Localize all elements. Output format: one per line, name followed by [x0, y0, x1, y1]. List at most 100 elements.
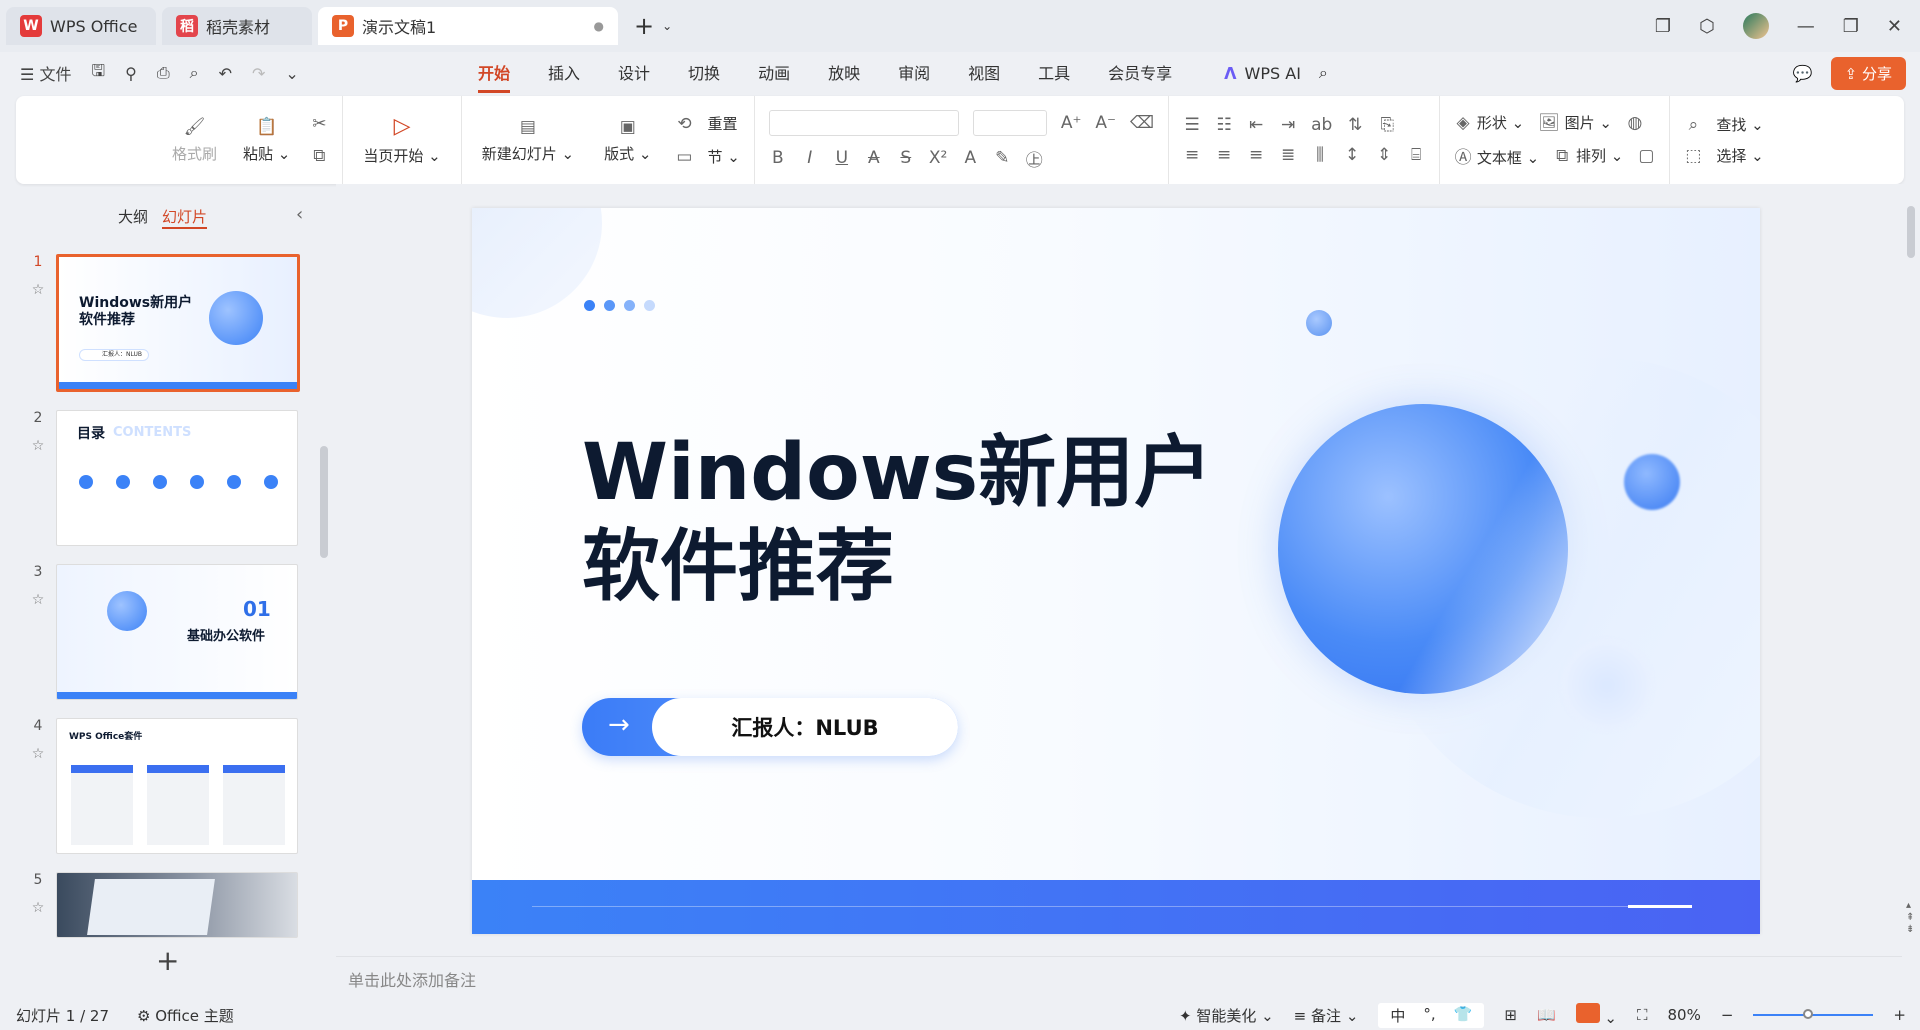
select-button[interactable]: ⬚ 选择 ⌄	[1684, 145, 1763, 166]
tab-slideshow[interactable]: 放映	[828, 54, 860, 93]
slide-thumbnail[interactable]: 目录 CONTENTS	[56, 410, 298, 546]
star-icon[interactable]: ☆	[20, 900, 56, 916]
start-current-button[interactable]: ▷ 当页开始 ⌄	[357, 114, 446, 166]
slide-thumb-row[interactable]: 5 ☆	[20, 872, 298, 938]
phonetic-icon[interactable]: ㊤	[1025, 146, 1043, 171]
slide-thumbnail[interactable]: WPS Office套件	[56, 718, 298, 854]
slide-canvas[interactable]: Windows新用户 软件推荐 → 汇报人：NLUB	[472, 208, 1760, 934]
slide-thumbnail[interactable]: 01 基础办公软件	[56, 564, 298, 700]
format-painter-button[interactable]: 🖌 格式刷	[166, 117, 223, 164]
tab-tools[interactable]: 工具	[1038, 54, 1070, 93]
text-align-icon[interactable]: ⌸	[1407, 145, 1425, 165]
bullet-list-icon[interactable]: ☰	[1183, 115, 1201, 135]
close-icon[interactable]: ✕	[1887, 16, 1902, 37]
decrease-font-icon[interactable]: A⁻	[1095, 113, 1116, 133]
font-color-icon[interactable]: A	[961, 148, 979, 168]
slide-thumb-row[interactable]: 4 ☆ WPS Office套件	[20, 718, 298, 854]
print-preview-icon[interactable]: ⌕	[190, 63, 199, 83]
justify-icon[interactable]: ≣	[1279, 145, 1297, 165]
tab-transition[interactable]: 切换	[688, 54, 720, 93]
notes-button[interactable]: ≡ 备注 ⌄	[1294, 1005, 1359, 1026]
tab-wps-office[interactable]: W WPS Office	[6, 7, 156, 45]
font-family-select[interactable]	[768, 109, 959, 136]
copy-icon[interactable]: ⧉	[310, 146, 328, 166]
tab-presentation[interactable]: P 演示文稿1 ●	[318, 7, 618, 45]
paste-button[interactable]: 📋 粘贴 ⌄	[237, 117, 296, 164]
tab-review[interactable]: 审阅	[898, 54, 930, 93]
undo-icon[interactable]: ↶	[219, 64, 232, 83]
slide-thumbnail[interactable]: Windows新用户 软件推荐 汇报人：NLUB	[56, 254, 300, 392]
slide-thumb-row[interactable]: 2 ☆ 目录 CONTENTS	[20, 410, 298, 546]
beautify-button[interactable]: ✦ 智能美化 ⌄	[1179, 1005, 1274, 1026]
highlight-icon[interactable]: ✎	[993, 148, 1011, 168]
tab-view[interactable]: 视图	[968, 54, 1000, 93]
ime-punct[interactable]: °,	[1423, 1005, 1435, 1026]
notes-pane[interactable]: 单击此处添加备注	[336, 956, 1902, 998]
slide-title[interactable]: Windows新用户 软件推荐	[582, 426, 1302, 614]
cut-icon[interactable]: ✂	[310, 114, 328, 134]
zoom-knob[interactable]	[1802, 1009, 1813, 1019]
line-spacing-icon[interactable]: ↕	[1343, 145, 1361, 165]
star-icon[interactable]: ☆	[20, 282, 56, 298]
new-slide-button[interactable]: ▤ 新建幻灯片 ⌄	[476, 117, 580, 164]
chat-icon[interactable]: 💬	[1793, 64, 1813, 83]
more-chevron-icon[interactable]: ⌄	[285, 64, 298, 83]
italic-icon[interactable]: I	[801, 148, 819, 168]
canvas-scrollbar[interactable]: ▴ ⇞ ⇟	[1902, 184, 1920, 954]
arrange-button[interactable]: ⧉ 排列 ⌄	[1553, 145, 1623, 166]
zoom-out-button[interactable]: −	[1721, 1006, 1734, 1024]
find-button[interactable]: ⌕ 查找 ⌄	[1684, 114, 1764, 135]
align-left-icon[interactable]: ≡	[1183, 145, 1201, 165]
tab-animation[interactable]: 动画	[758, 54, 790, 93]
scroll-arrows[interactable]: ▴ ⇞ ⇟	[1906, 900, 1914, 936]
indent-icon[interactable]: ⇥	[1279, 115, 1297, 135]
copy-window-icon[interactable]: ❐	[1655, 16, 1671, 37]
picture-button[interactable]: 🖼 图片 ⌄	[1538, 112, 1612, 133]
para-spacing-icon[interactable]: ⇕	[1375, 145, 1393, 165]
reset-button[interactable]: ⟲ 重置	[675, 113, 739, 134]
shadow-icon[interactable]: S	[897, 148, 915, 168]
zoom-level[interactable]: 80%	[1668, 1006, 1701, 1024]
share-link-icon[interactable]: ⚲	[125, 64, 137, 83]
superscript-icon[interactable]: X²	[929, 148, 947, 168]
strikethrough-icon[interactable]: A	[865, 148, 883, 168]
convert-smartart-icon[interactable]: ⎘	[1378, 115, 1396, 135]
panel-scrollbar[interactable]	[320, 446, 328, 558]
add-slide-button[interactable]: +	[156, 944, 179, 977]
layout-button[interactable]: ▣ 版式 ⌄	[598, 117, 657, 164]
fit-window-icon[interactable]: ⛶	[1637, 1006, 1648, 1024]
font-size-select[interactable]	[972, 109, 1047, 136]
ime-bar[interactable]: 中 °, 👕	[1378, 1002, 1485, 1028]
distribute-icon[interactable]: ⫼	[1311, 145, 1329, 165]
sort-icon[interactable]: ⇅	[1346, 115, 1364, 135]
star-icon[interactable]: ☆	[20, 746, 56, 762]
slide-thumb-row[interactable]: 1 ☆ Windows新用户 软件推荐 汇报人：NLUB	[20, 254, 300, 392]
tab-insert[interactable]: 插入	[548, 54, 580, 93]
tab-member[interactable]: 会员专享	[1108, 54, 1172, 93]
number-list-icon[interactable]: ☷	[1215, 115, 1233, 135]
text-direction-icon[interactable]: ab	[1311, 115, 1332, 135]
tab-outline[interactable]: 大纲	[118, 206, 148, 229]
tab-docer[interactable]: 稻 稻壳素材	[162, 7, 312, 45]
file-menu[interactable]: ☰ 文件	[20, 61, 71, 85]
clear-format-icon[interactable]: ⌫	[1130, 113, 1154, 133]
minimize-icon[interactable]: —	[1797, 16, 1815, 37]
slide-thumbnail[interactable]	[56, 872, 298, 938]
slide-thumb-row[interactable]: 3 ☆ 01 基础办公软件	[20, 564, 298, 700]
fill-icon[interactable]: ◍	[1626, 113, 1644, 133]
ime-skin-icon[interactable]: 👕	[1454, 1005, 1473, 1026]
scroll-thumb[interactable]	[1907, 206, 1915, 258]
zoom-slider[interactable]	[1753, 1009, 1874, 1019]
shape-button[interactable]: ◈ 形状 ⌄	[1454, 112, 1525, 133]
reading-view-icon[interactable]: 📖	[1537, 1006, 1556, 1024]
new-tab-button[interactable]: +	[634, 12, 654, 40]
textbox-button[interactable]: Ⓐ 文本框 ⌄	[1454, 143, 1540, 168]
reporter-pill[interactable]: → 汇报人：NLUB	[582, 698, 958, 756]
outdent-icon[interactable]: ⇤	[1247, 115, 1265, 135]
star-icon[interactable]: ☆	[20, 438, 56, 454]
search-icon[interactable]: ⌕	[1319, 63, 1328, 83]
tab-list-chevron-icon[interactable]: ⌄	[662, 19, 672, 33]
wps-ai-button[interactable]: ᐱ WPS AI ⌕	[1224, 63, 1328, 83]
star-icon[interactable]: ☆	[20, 592, 56, 608]
avatar[interactable]	[1742, 13, 1769, 39]
